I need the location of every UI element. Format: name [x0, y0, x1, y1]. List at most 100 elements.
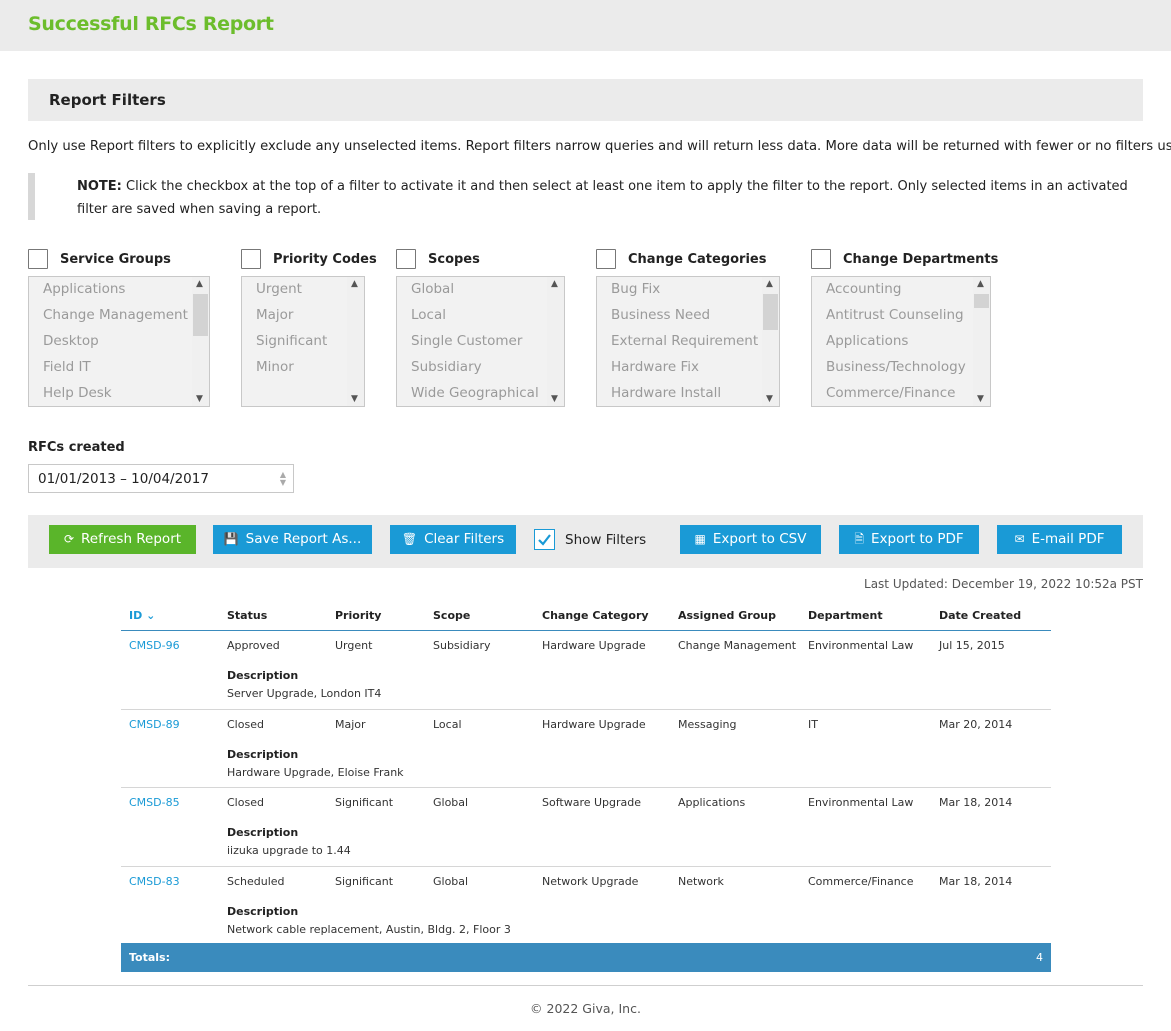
group-cell: Messaging: [678, 717, 737, 731]
scrollbar[interactable]: ▲ ▼: [347, 277, 364, 406]
clear-filters-button[interactable]: 🗑 Clear Filters: [390, 525, 516, 554]
rfc-id-link[interactable]: CMSD-89: [129, 718, 180, 731]
list-item[interactable]: Minor: [242, 355, 364, 381]
category-cell: Software Upgrade: [542, 796, 642, 809]
scroll-down-icon[interactable]: ▼: [766, 394, 773, 404]
change-categories-list[interactable]: Bug Fix Business Need External Requireme…: [596, 276, 780, 407]
group-cell: Applications: [678, 796, 746, 809]
column-header-department[interactable]: Department: [808, 609, 883, 622]
priority-codes-list[interactable]: Urgent Major Significant Minor ▲ ▼: [241, 276, 365, 407]
list-item[interactable]: Subsidiary: [397, 355, 564, 381]
scroll-thumb[interactable]: [193, 294, 208, 336]
department-cell: Environmental Law: [808, 639, 914, 652]
top-bar: Successful RFCs Report: [0, 0, 1171, 51]
scroll-thumb[interactable]: [763, 294, 778, 330]
totals-row: Totals: 4: [121, 943, 1051, 972]
list-item[interactable]: Hardware Fix: [597, 355, 779, 381]
refresh-report-button[interactable]: ⟳ Refresh Report: [49, 525, 196, 554]
scroll-up-icon[interactable]: ▲: [766, 279, 773, 289]
list-item[interactable]: Business Need: [597, 303, 779, 329]
column-header-assigned-group[interactable]: Assigned Group: [678, 609, 776, 622]
scroll-up-icon[interactable]: ▲: [351, 279, 358, 289]
column-header-change-category[interactable]: Change Category: [542, 609, 649, 622]
save-report-button[interactable]: 💾 Save Report As...: [213, 525, 372, 554]
scroll-down-icon[interactable]: ▼: [977, 394, 984, 404]
list-item[interactable]: Change Management: [29, 303, 209, 329]
report-toolbar: ⟳ Refresh Report 💾 Save Report As... 🗑 Clea…: [28, 515, 1143, 568]
status-cell: Closed: [227, 796, 264, 809]
list-item[interactable]: Local: [397, 303, 564, 329]
spinner-icon[interactable]: ▲ ▼: [280, 471, 286, 487]
description-label: Description: [227, 669, 299, 682]
list-item[interactable]: Antitrust Counseling: [812, 303, 990, 329]
show-filters-checkbox[interactable]: [534, 529, 555, 550]
scroll-up-icon[interactable]: ▲: [977, 279, 984, 289]
category-cell: Hardware Upgrade: [542, 639, 646, 652]
list-item[interactable]: Help Desk: [29, 381, 209, 406]
list-item[interactable]: Applications: [29, 277, 209, 303]
column-header-status[interactable]: Status: [227, 609, 267, 622]
list-item[interactable]: Applications: [812, 329, 990, 355]
column-header-scope[interactable]: Scope: [433, 609, 470, 622]
list-item[interactable]: Global: [397, 277, 564, 303]
checkmark-icon: [538, 534, 551, 546]
scroll-down-icon[interactable]: ▼: [351, 394, 358, 404]
scopes-checkbox[interactable]: [396, 249, 416, 269]
scrollbar[interactable]: ▲ ▼: [192, 277, 209, 406]
change-departments-checkbox[interactable]: [811, 249, 831, 269]
change-categories-checkbox[interactable]: [596, 249, 616, 269]
column-header-date-created[interactable]: Date Created: [939, 609, 1021, 622]
list-item[interactable]: Bug Fix: [597, 277, 779, 303]
list-item[interactable]: Field IT: [29, 355, 209, 381]
list-item[interactable]: Hardware Install: [597, 381, 779, 406]
priority-codes-checkbox[interactable]: [241, 249, 261, 269]
change-departments-list[interactable]: Accounting Antitrust Counseling Applicat…: [811, 276, 991, 407]
description-label: Description: [227, 904, 299, 918]
email-pdf-button[interactable]: ✉ E-mail PDF: [997, 525, 1122, 554]
list-item[interactable]: Single Customer: [397, 329, 564, 355]
service-groups-checkbox[interactable]: [28, 249, 48, 269]
scrollbar[interactable]: ▲ ▼: [762, 277, 779, 406]
show-filters-label[interactable]: Show Filters: [565, 532, 646, 548]
rfc-id-link[interactable]: CMSD-96: [129, 639, 180, 652]
scrollbar[interactable]: ▲ ▼: [547, 277, 564, 406]
list-item[interactable]: Accounting: [812, 277, 990, 303]
column-header-priority[interactable]: Priority: [335, 609, 381, 622]
priority-cell: Significant: [335, 874, 394, 888]
table-icon: ▦: [694, 532, 706, 546]
scroll-up-icon[interactable]: ▲: [551, 279, 558, 289]
export-csv-button[interactable]: ▦ Export to CSV: [680, 525, 821, 554]
scroll-up-icon[interactable]: ▲: [196, 279, 203, 289]
list-item[interactable]: Urgent: [242, 277, 364, 303]
list-item[interactable]: Major: [242, 303, 364, 329]
list-item[interactable]: Business/Technology: [812, 355, 990, 381]
export-pdf-button[interactable]: 🗎 Export to PDF: [839, 525, 979, 554]
refresh-icon: ⟳: [63, 532, 75, 546]
priority-cell: Significant: [335, 796, 394, 809]
rfc-id-link[interactable]: CMSD-85: [129, 796, 180, 809]
scrollbar[interactable]: ▲ ▼: [973, 277, 990, 406]
list-item[interactable]: Desktop: [29, 329, 209, 355]
scroll-down-icon[interactable]: ▼: [196, 394, 203, 404]
scope-cell: Global: [433, 796, 469, 809]
scopes-list[interactable]: Global Local Single Customer Subsidiary …: [396, 276, 565, 407]
service-groups-list[interactable]: Applications Change Management Desktop F…: [28, 276, 210, 407]
export-pdf-label: Export to PDF: [871, 531, 964, 547]
date-range-input[interactable]: 01/01/2013 – 10/04/2017 ▲ ▼: [28, 464, 294, 493]
list-item[interactable]: Commerce/Finance: [812, 381, 990, 406]
change-categories-label: Change Categories: [628, 252, 767, 267]
save-report-label: Save Report As...: [245, 531, 362, 547]
rfc-id-link[interactable]: CMSD-83: [129, 875, 180, 888]
list-item[interactable]: External Requirement: [597, 329, 779, 355]
scope-cell: Local: [433, 717, 462, 731]
column-header-id[interactable]: ID ⌄: [129, 609, 155, 622]
scroll-down-icon[interactable]: ▼: [551, 394, 558, 404]
refresh-report-label: Refresh Report: [81, 531, 182, 547]
description-text: Network cable replacement, Austin, Bldg.…: [227, 922, 511, 936]
description-label: Description: [227, 747, 299, 761]
rfcs-created-label: RFCs created: [28, 440, 125, 455]
list-item[interactable]: Significant: [242, 329, 364, 355]
list-item[interactable]: Wide Geographical: [397, 381, 564, 406]
scroll-thumb[interactable]: [974, 294, 989, 308]
description-text: Server Upgrade, London IT4: [227, 687, 382, 700]
